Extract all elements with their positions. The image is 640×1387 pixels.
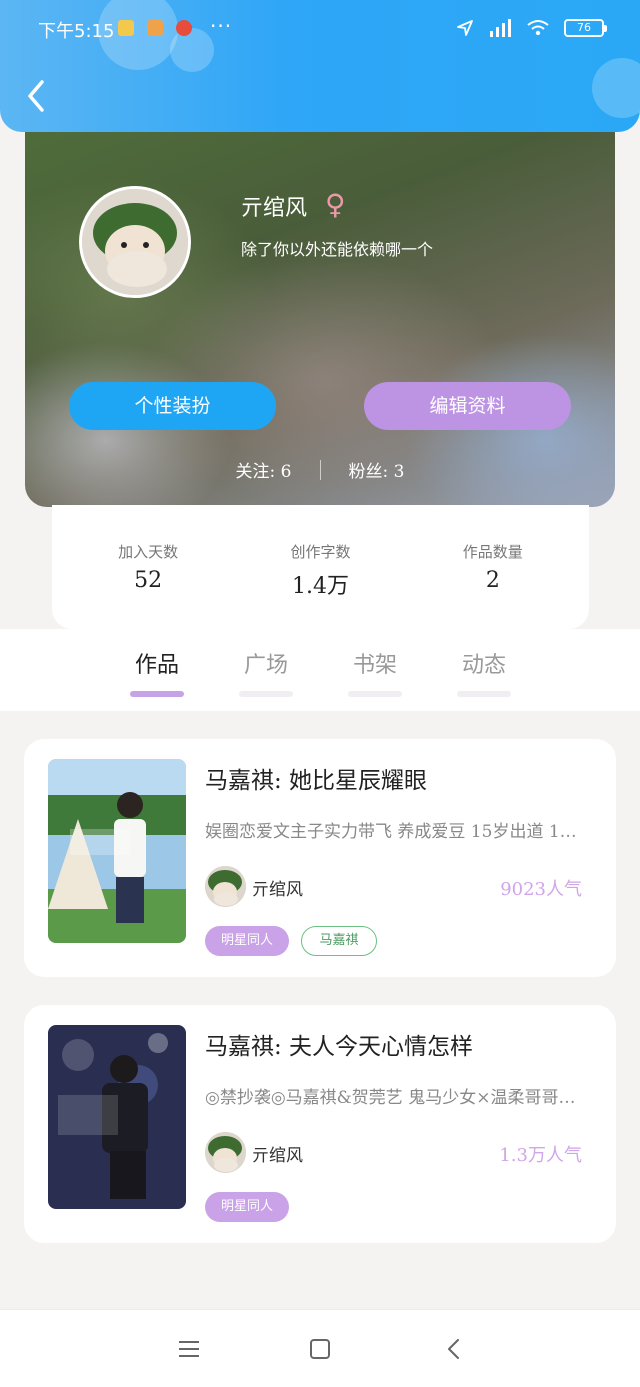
avatar[interactable] bbox=[79, 186, 191, 298]
stat-works-count: 作品数量 2 bbox=[413, 505, 573, 629]
location-icon bbox=[457, 20, 473, 36]
tab-label: 书架 bbox=[352, 653, 397, 678]
divider bbox=[319, 459, 321, 480]
author-avatar bbox=[205, 866, 246, 907]
popularity-count: 1.3万人气 bbox=[499, 1145, 582, 1166]
mail-notification-icon bbox=[147, 20, 163, 36]
tab-bookshelf[interactable]: 书架 bbox=[345, 647, 405, 697]
tag-category[interactable]: 明星同人 bbox=[205, 1192, 289, 1222]
tab-label: 广场 bbox=[243, 653, 288, 678]
book-description: ◎禁抄袭◎马嘉祺&贺莞艺 鬼马少女×温柔哥哥… bbox=[205, 1088, 576, 1108]
author-avatar bbox=[205, 1132, 246, 1173]
edit-profile-button[interactable]: 编辑资料 bbox=[364, 382, 571, 430]
user-signature: 除了你以外还能依赖哪一个 bbox=[241, 240, 434, 259]
back-button[interactable] bbox=[20, 76, 54, 116]
book-title[interactable]: 马嘉祺: 她比星辰耀眼 bbox=[205, 761, 427, 795]
tag-category[interactable]: 明星同人 bbox=[205, 926, 289, 956]
user-stats: 加入天数 52 创作字数 1.4万 作品数量 2 bbox=[52, 505, 589, 629]
stat-word-count: 创作字数 1.4万 bbox=[240, 505, 400, 629]
status-bar: 下午5:15 ··· 76 bbox=[0, 0, 640, 60]
tab-works[interactable]: 作品 bbox=[127, 647, 187, 697]
tab-label: 作品 bbox=[134, 653, 179, 678]
tab-activity[interactable]: 动态 bbox=[454, 647, 514, 697]
chevron-left-icon bbox=[448, 1339, 459, 1359]
book-card[interactable]: 马嘉祺: 她比星辰耀眼 娱圈恋爱文主子实力带飞 养成爱豆 15岁出道 1… 亓绾… bbox=[24, 739, 616, 977]
stat-label: 加入天数 bbox=[118, 543, 179, 561]
home-square-icon bbox=[310, 1339, 330, 1359]
author-name: 亓绾风 bbox=[252, 1146, 303, 1166]
dress-up-button[interactable]: 个性装扮 bbox=[69, 382, 276, 430]
following-count[interactable]: 关注: 6 bbox=[236, 457, 292, 482]
status-time: 下午5:15 bbox=[38, 21, 115, 42]
system-nav-bar bbox=[0, 1309, 640, 1387]
tab-label: 动态 bbox=[461, 653, 506, 678]
menu-button[interactable] bbox=[174, 1336, 204, 1362]
signal-icon bbox=[490, 19, 511, 37]
stat-value: 1.4万 bbox=[291, 574, 349, 599]
book-description: 娱圈恋爱文主子实力带飞 养成爱豆 15岁出道 1… bbox=[205, 822, 577, 842]
stat-join-days: 加入天数 52 bbox=[68, 505, 228, 629]
book-cover[interactable] bbox=[48, 759, 186, 943]
home-button[interactable] bbox=[305, 1336, 335, 1362]
battery-icon: 76 bbox=[564, 19, 607, 37]
book-card[interactable]: 马嘉祺: 夫人今天心情怎样 ◎禁抄袭◎马嘉祺&贺莞艺 鬼马少女×温柔哥哥… 亓绾… bbox=[24, 1005, 616, 1243]
profile-card: 亓绾风 ♀ 除了你以外还能依赖哪一个 个性装扮 编辑资料 关注: 6 粉丝: 3 bbox=[25, 110, 615, 507]
stat-value: 52 bbox=[134, 568, 163, 593]
tab-indicator bbox=[239, 691, 293, 697]
tab-square[interactable]: 广场 bbox=[236, 647, 296, 697]
tab-bar: 作品 广场 书架 动态 bbox=[0, 629, 640, 711]
popularity-count: 9023人气 bbox=[500, 879, 582, 900]
author-name: 亓绾风 bbox=[252, 880, 303, 900]
chevron-left-icon bbox=[28, 80, 44, 112]
tab-indicator bbox=[457, 691, 511, 697]
app-notification-icon bbox=[118, 20, 134, 36]
tag-character[interactable]: 马嘉祺 bbox=[301, 926, 377, 956]
book-cover[interactable] bbox=[48, 1025, 186, 1209]
book-title[interactable]: 马嘉祺: 夫人今天心情怎样 bbox=[205, 1027, 473, 1061]
menu-icon bbox=[179, 1341, 199, 1357]
system-back-button[interactable] bbox=[440, 1336, 470, 1362]
video-notification-icon bbox=[176, 20, 192, 36]
follow-stats: 关注: 6 粉丝: 3 bbox=[25, 457, 615, 482]
stat-label: 作品数量 bbox=[462, 543, 523, 561]
stat-label: 创作字数 bbox=[290, 543, 351, 561]
fans-count[interactable]: 粉丝: 3 bbox=[349, 457, 405, 482]
stat-value: 2 bbox=[485, 568, 500, 593]
more-notifications-icon: ··· bbox=[210, 14, 233, 38]
wifi-icon bbox=[527, 20, 549, 36]
female-gender-icon: ♀ bbox=[325, 188, 346, 221]
tab-indicator bbox=[130, 691, 184, 697]
username: 亓绾风 bbox=[241, 196, 308, 221]
tab-indicator bbox=[348, 691, 402, 697]
